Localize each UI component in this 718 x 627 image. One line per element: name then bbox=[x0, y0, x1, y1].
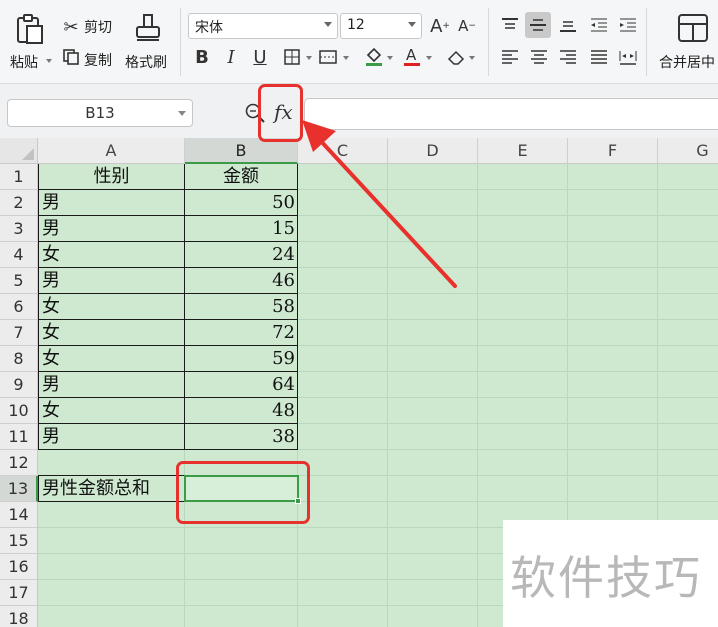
watermark-text: 软件技巧 bbox=[510, 551, 702, 605]
